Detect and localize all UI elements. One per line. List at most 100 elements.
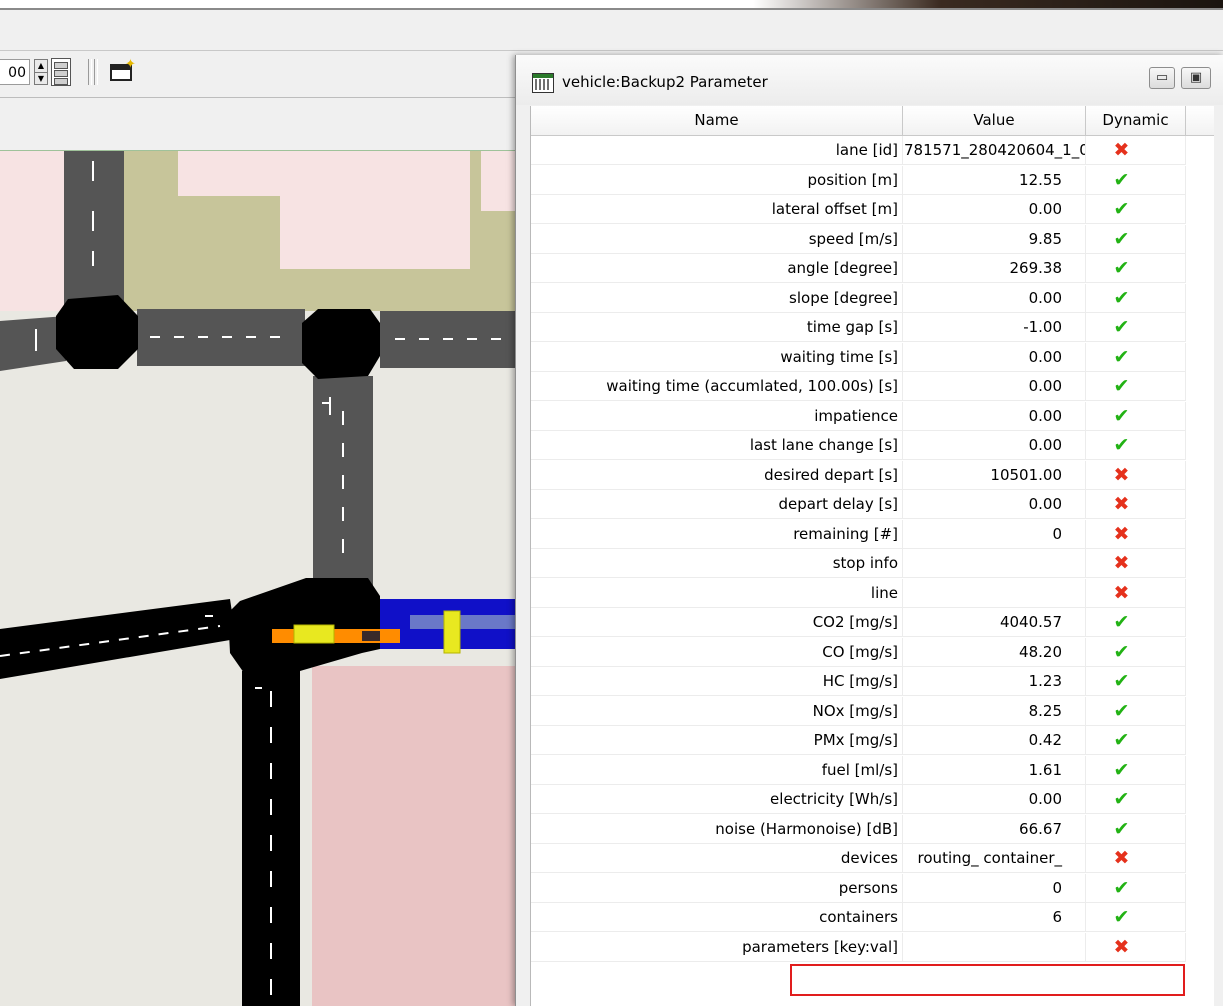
param-name: stop info — [531, 549, 903, 578]
static-cross-icon: ✖ — [1086, 549, 1186, 578]
param-name: electricity [Wh/s] — [531, 785, 903, 814]
window-top-edge — [0, 0, 1223, 10]
param-value: 12.55 — [903, 165, 1086, 195]
param-name: angle [degree] — [531, 254, 903, 283]
param-name: speed [m/s] — [531, 224, 903, 254]
container-box-2 — [443, 610, 461, 654]
junction-ne — [302, 309, 380, 379]
building-pink-left — [0, 151, 66, 311]
param-value: 0 — [903, 873, 1086, 903]
param-name: desired depart [s] — [531, 460, 903, 490]
dialog-titlebar[interactable]: vehicle:Backup2 Parameter ▭ ▣ — [516, 55, 1223, 105]
table-row[interactable]: impatience 0.00 ✔ — [531, 401, 1214, 432]
table-row[interactable]: time gap [s] -1.00 ✔ — [531, 313, 1214, 343]
param-name: HC [mg/s] — [531, 667, 903, 696]
table-row[interactable]: lateral offset [m] 0.00 ✔ — [531, 195, 1214, 225]
dynamic-check-icon: ✔ — [1086, 755, 1186, 785]
building-pink-corner — [481, 151, 515, 211]
table-body: lane [id] 781571_280420604_1_0 ✖ position [… — [531, 136, 1214, 962]
table-row[interactable]: parameters [key:val] ✖ — [531, 932, 1214, 963]
param-name: depart delay [s] — [531, 490, 903, 519]
table-row[interactable]: waiting time [s] 0.00 ✔ — [531, 342, 1214, 373]
table-row[interactable]: last lane change [s] 0.00 ✔ — [531, 431, 1214, 461]
table-row[interactable]: desired depart [s] 10501.00 ✖ — [531, 460, 1214, 491]
table-row[interactable]: NOx [mg/s] 8.25 ✔ — [531, 696, 1214, 727]
param-name: last lane change [s] — [531, 431, 903, 460]
new-view-window-icon[interactable]: ✦ — [108, 57, 136, 83]
table-row[interactable]: position [m] 12.55 ✔ — [531, 165, 1214, 196]
spin-up-icon[interactable]: ▲ — [35, 60, 47, 73]
param-value: 48.20 — [903, 637, 1086, 667]
table-row[interactable]: PMx [mg/s] 0.42 ✔ — [531, 726, 1214, 756]
table-row[interactable]: noise (Harmonoise) [dB] 66.67 ✔ — [531, 814, 1214, 845]
param-value: 781571_280420604_1_0 — [903, 136, 1086, 165]
delay-spinner[interactable]: ▲ ▼ — [34, 59, 48, 85]
table-row[interactable]: fuel [ml/s] 1.61 ✔ — [531, 755, 1214, 786]
parameter-table: Name Value Dynamic lane [id] 781571_28042… — [530, 106, 1214, 1006]
dynamic-check-icon: ✔ — [1086, 372, 1186, 401]
static-cross-icon: ✖ — [1086, 136, 1186, 165]
delay-input[interactable]: 00 — [0, 59, 30, 85]
table-row[interactable]: depart delay [s] 0.00 ✖ — [531, 490, 1214, 520]
sumo-app-icon — [532, 73, 554, 93]
table-header: Name Value Dynamic — [531, 106, 1214, 136]
junction-nw — [56, 295, 138, 369]
container-box-1 — [293, 624, 335, 644]
param-value: 1.61 — [903, 755, 1086, 785]
dialog-title: vehicle:Backup2 Parameter — [562, 73, 768, 91]
param-name: parameters [key:val] — [531, 932, 903, 962]
table-row[interactable]: stop info ✖ — [531, 549, 1214, 579]
param-name: line — [531, 578, 903, 608]
static-cross-icon: ✖ — [1086, 519, 1186, 549]
view-toolbar: 00 ▲ ▼ ✦ — [0, 51, 515, 98]
spin-down-icon[interactable]: ▼ — [35, 73, 47, 85]
table-row[interactable]: remaining [#] 0 ✖ — [531, 519, 1214, 550]
table-row[interactable]: angle [degree] 269.38 ✔ — [531, 254, 1214, 284]
minimize-button[interactable]: ▭ — [1149, 67, 1175, 89]
building-pink-bottom — [312, 666, 515, 1006]
param-name: position [m] — [531, 165, 903, 195]
param-name: remaining [#] — [531, 519, 903, 549]
column-header-dynamic[interactable]: Dynamic — [1086, 106, 1186, 135]
param-value — [903, 578, 1086, 608]
table-row[interactable]: speed [m/s] 9.85 ✔ — [531, 224, 1214, 255]
table-row[interactable]: devices routing_ container_ ✖ — [531, 844, 1214, 874]
dynamic-check-icon: ✔ — [1086, 165, 1186, 195]
column-header-name[interactable]: Name — [531, 106, 903, 135]
maximize-button[interactable]: ▣ — [1181, 67, 1211, 89]
param-name: waiting time [s] — [531, 342, 903, 372]
param-name: impatience — [531, 401, 903, 431]
table-row[interactable]: containers 6 ✔ — [531, 903, 1214, 933]
table-row[interactable]: line ✖ — [531, 578, 1214, 609]
dynamic-check-icon: ✔ — [1086, 726, 1186, 755]
static-cross-icon: ✖ — [1086, 490, 1186, 519]
table-row[interactable]: electricity [Wh/s] 0.00 ✔ — [531, 785, 1214, 815]
delay-slider-icon[interactable] — [51, 58, 71, 86]
param-value: 4040.57 — [903, 608, 1086, 637]
dynamic-check-icon: ✔ — [1086, 342, 1186, 372]
dynamic-check-icon: ✔ — [1086, 283, 1186, 313]
param-name: persons — [531, 873, 903, 903]
table-row[interactable]: HC [mg/s] 1.23 ✔ — [531, 667, 1214, 697]
dynamic-check-icon: ✔ — [1086, 254, 1186, 283]
param-value: 0.42 — [903, 726, 1086, 755]
dynamic-check-icon: ✔ — [1086, 608, 1186, 637]
table-row[interactable]: persons 0 ✔ — [531, 873, 1214, 904]
table-row[interactable]: CO [mg/s] 48.20 ✔ — [531, 637, 1214, 668]
param-value: 9.85 — [903, 224, 1086, 254]
table-row[interactable]: slope [degree] 0.00 ✔ — [531, 283, 1214, 314]
dynamic-check-icon: ✔ — [1086, 431, 1186, 460]
simulation-map-view[interactable] — [0, 151, 515, 1006]
building-pink-top — [178, 151, 470, 196]
param-value: 8.25 — [903, 696, 1086, 726]
table-row[interactable]: waiting time (accumlated, 100.00s) [s] 0.… — [531, 372, 1214, 402]
param-value: 0.00 — [903, 490, 1086, 519]
param-name: CO2 [mg/s] — [531, 608, 903, 637]
dynamic-check-icon: ✔ — [1086, 873, 1186, 903]
bus-lane-overlay — [410, 615, 515, 629]
table-row[interactable]: lane [id] 781571_280420604_1_0 ✖ — [531, 136, 1214, 166]
param-name: devices — [531, 844, 903, 873]
column-header-value[interactable]: Value — [903, 106, 1086, 135]
dynamic-check-icon: ✔ — [1086, 195, 1186, 224]
table-row[interactable]: CO2 [mg/s] 4040.57 ✔ — [531, 608, 1214, 638]
